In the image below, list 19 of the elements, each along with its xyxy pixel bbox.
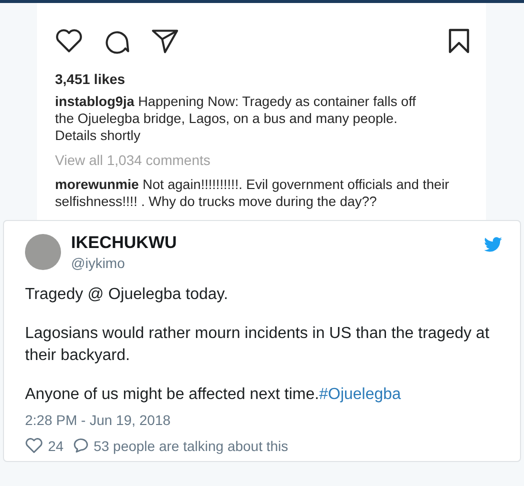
likes-count: 3,451 likes [55,71,126,87]
comment-icon[interactable] [103,28,131,54]
avatar [25,234,61,270]
send-icon[interactable] [151,28,179,54]
post-caption: instablog9ja Happening Now: Tragedy as container falls off the Ojuelegba bridge, Lagos, on a bus and many people. Details shortly [55,93,417,144]
view-comments-link[interactable]: View all 1,034 comments [55,152,470,168]
hashtag-link[interactable]: #Ojuelegba [319,386,401,403]
user-name[interactable]: IKECHUKWU [71,233,177,253]
conversation-link[interactable]: 53 people are talking about this [94,438,288,454]
tweet-text: Tragedy @ Ojuelegba today. [25,285,230,305]
heart-icon[interactable] [55,28,83,54]
bookmark-icon[interactable] [448,28,470,54]
tweet-timestamp[interactable]: 2:28 PM - Jun 19, 2018 [25,412,502,428]
comment-text: morewunmie Not again!!!!!!!!!!. Evil government officials and their selfishness!!!! . Why do trucks move during the day?? [55,176,450,210]
tweet-text: Anyone of us might be affected next time.#Ojuelegba [25,385,402,405]
user-handle[interactable]: @iykimo [71,255,177,271]
like-count: 24 [48,438,64,454]
bird-icon[interactable] [484,237,502,252]
tweet-text: Lagosians would rather mourn incidents in US than the tragedy at their backyard. [25,324,490,366]
